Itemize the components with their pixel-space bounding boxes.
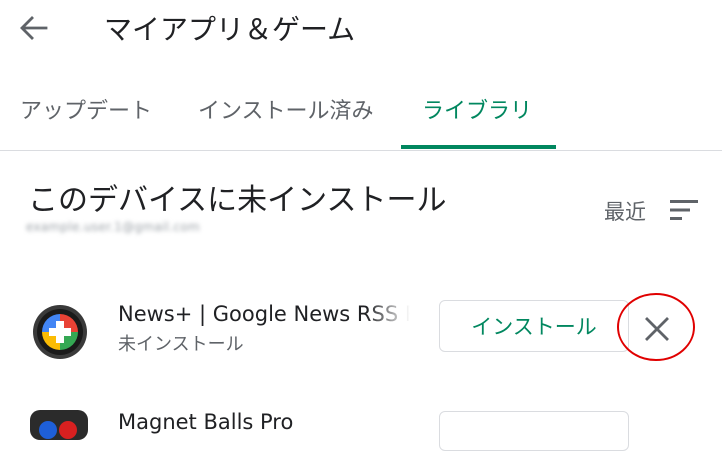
list-item[interactable]: News+ | Google News RSS Reader 未インストール イ…	[0, 290, 722, 370]
page-title: マイアプリ＆ゲーム	[104, 13, 356, 46]
sort-label: 最近	[604, 200, 646, 224]
highlight-circle	[617, 293, 695, 361]
magnet-balls-app-icon	[30, 410, 88, 440]
tab-library[interactable]: ライブラリ	[422, 93, 532, 125]
tab-updates[interactable]: アップデート	[20, 93, 152, 125]
tab-bar: アップデート インストール済み ライブラリ	[0, 78, 722, 150]
active-tab-indicator	[401, 145, 556, 149]
back-button[interactable]	[14, 10, 54, 46]
tab-installed[interactable]: インストール済み	[198, 93, 374, 125]
section-title: このデバイスに未インストール	[28, 183, 447, 218]
app-name: Magnet Balls Pro	[118, 410, 294, 434]
arrow-back-icon	[20, 16, 48, 40]
account-email: example.user.1@gmail.com	[26, 220, 200, 234]
install-button[interactable]: インストール	[439, 300, 629, 352]
list-item[interactable]: Magnet Balls Pro	[0, 400, 722, 451]
news-plus-app-icon	[33, 305, 87, 359]
install-button[interactable]	[439, 411, 629, 451]
app-name: News+ | Google News RSS Reader	[118, 302, 410, 326]
divider	[0, 150, 722, 151]
sort-icon	[670, 200, 698, 220]
app-bar: マイアプリ＆ゲーム	[0, 0, 722, 60]
app-status: 未インストール	[118, 334, 244, 355]
